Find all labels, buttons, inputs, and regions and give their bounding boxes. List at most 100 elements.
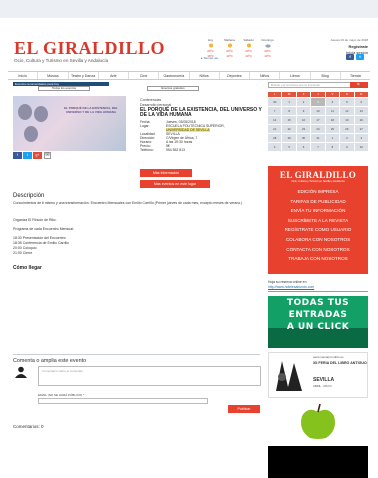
- calendar-day[interactable]: 7: [311, 143, 325, 151]
- calendar-day[interactable]: 1: [282, 98, 296, 106]
- nav-item[interactable]: Arte: [99, 72, 129, 79]
- calendar-day[interactable]: 22: [282, 125, 296, 133]
- weather-link[interactable]: ▸ Tiempo.net: [201, 56, 218, 60]
- calendar-day[interactable]: 3: [311, 98, 325, 106]
- nav-item[interactable]: Niños: [250, 72, 281, 79]
- calendar-day[interactable]: 10: [311, 107, 325, 115]
- calendar-day[interactable]: 28: [268, 134, 282, 142]
- publish-button[interactable]: Publicar: [228, 405, 260, 413]
- calendar-day[interactable]: 26: [340, 125, 354, 133]
- calendar-day[interactable]: 9: [296, 107, 311, 115]
- calendar-day[interactable]: 2: [296, 98, 311, 106]
- sun-icon: [227, 43, 232, 48]
- ad-line: A UN CLICK: [286, 322, 350, 332]
- comments-heading: Comenta o amplia este evento: [13, 358, 87, 364]
- nav-item[interactable]: Cine: [129, 72, 160, 79]
- calendar-day[interactable]: 11: [325, 107, 340, 115]
- calendar-day[interactable]: 4: [268, 143, 282, 151]
- nav-item[interactable]: Música: [38, 72, 69, 79]
- calendar-day[interactable]: 14: [268, 116, 282, 124]
- calendar-day[interactable]: 9: [340, 143, 354, 151]
- calendar-day[interactable]: 10: [354, 143, 368, 151]
- twitter-share-icon[interactable]: t: [23, 152, 32, 159]
- calendar-day[interactable]: 25: [325, 125, 340, 133]
- search-icon[interactable]: 🔍: [350, 82, 368, 88]
- directions-link[interactable]: Cómo llegar: [13, 265, 42, 271]
- detail-row: Teléfono: 954 552 813: [140, 148, 225, 152]
- calendar-day[interactable]: 5: [282, 143, 296, 151]
- face-shape: [24, 126, 38, 142]
- calendar-day[interactable]: 6: [296, 143, 311, 151]
- facebook-share-icon[interactable]: f: [13, 152, 22, 159]
- promo-link[interactable]: SUSCRÍBETE A LA REVISTA: [268, 216, 368, 226]
- email-field[interactable]: [38, 398, 208, 404]
- calendar-day[interactable]: 8: [325, 143, 340, 151]
- nav-item[interactable]: Inicio: [8, 72, 39, 79]
- googleplus-share-icon[interactable]: g+: [33, 152, 42, 159]
- nav-item[interactable]: Deportes: [220, 72, 250, 79]
- promo-link[interactable]: COLABORA CON NOSOTROS: [268, 235, 368, 245]
- promo-link[interactable]: REGÍSTRATE COMO USUARIO: [268, 225, 368, 235]
- description-organizer: Organiza El Rincón de Rikc.: [13, 218, 57, 222]
- event-title: EL PORQUÉ DE LA EXISTENCIA, DEL UNIVERSO…: [140, 107, 262, 119]
- calendar-day[interactable]: 7: [268, 107, 282, 115]
- calendar-day[interactable]: 8: [282, 107, 296, 115]
- calendar-day[interactable]: 18: [325, 116, 340, 124]
- calendar-day[interactable]: 4: [325, 98, 340, 106]
- calendar-day[interactable]: 19: [340, 116, 354, 124]
- nav-item[interactable]: Gastronomía: [159, 72, 190, 79]
- comment-textarea[interactable]: Comentario sobre el contenido: [38, 366, 261, 386]
- calendar-day[interactable]: 15: [282, 116, 296, 124]
- calendar-day[interactable]: 6: [354, 98, 368, 106]
- more-events-venue-button[interactable]: Mas eventos en este lugar: [140, 180, 210, 188]
- twitter-icon[interactable]: t: [356, 54, 364, 60]
- calendar-day[interactable]: 5: [340, 98, 354, 106]
- calendar-day[interactable]: 23: [296, 125, 311, 133]
- promo-link[interactable]: EDICIÓN IMPRESA: [268, 187, 368, 197]
- calendar-day[interactable]: 20: [354, 116, 368, 124]
- calendar-day[interactable]: 2: [340, 134, 354, 142]
- calendar-day[interactable]: 1: [325, 134, 340, 142]
- calendar-day[interactable]: 31: [311, 134, 325, 142]
- calendar-day[interactable]: 30: [268, 98, 282, 106]
- event-category: Conferencias: [140, 98, 162, 102]
- dark-ad-banner[interactable]: [268, 446, 368, 478]
- calendar-day[interactable]: 24: [311, 125, 325, 133]
- calendar-day[interactable]: 3: [354, 134, 368, 142]
- book-fair-ad[interactable]: www.macarprorublo.es XII FERIA DEL LIBRO…: [268, 352, 368, 398]
- tickets-ad-banner[interactable]: TODAS TUS ENTRADAS A UN CLICK: [268, 296, 368, 348]
- calendar-day[interactable]: 30: [296, 134, 311, 142]
- nav-item[interactable]: Tienda: [341, 72, 370, 79]
- facebook-icon[interactable]: f: [346, 54, 354, 60]
- save-icon[interactable]: ✉: [44, 152, 51, 159]
- promo-link[interactable]: CONTACTA CON NOSOTROS: [268, 245, 368, 255]
- promo-link[interactable]: TARIFAS DE PUBLICIDAD: [268, 197, 368, 207]
- register-link[interactable]: Regístrate: [330, 44, 368, 49]
- more-info-button[interactable]: Más información: [140, 169, 192, 177]
- tab-free-events[interactable]: Eventos gratuitos: [147, 86, 199, 91]
- search-input[interactable]: Buscar por términos que te interesen 🔍: [268, 82, 368, 88]
- promo-link[interactable]: TRABAJA CON NOSOTROS: [268, 254, 368, 264]
- booking-link[interactable]: http://www.hotelesabundo.com: [268, 285, 314, 289]
- calendar-day[interactable]: 27: [354, 125, 368, 133]
- ad-line: TODAS TUS: [286, 298, 350, 308]
- tab-all-events[interactable]: Todos los eventos: [38, 86, 90, 91]
- nav-item[interactable]: Teatro y Danza: [69, 72, 99, 79]
- nav-item[interactable]: Niños: [190, 72, 220, 79]
- nav-item[interactable]: Blog: [311, 72, 341, 79]
- event-image-caption: EL PORQUÉ DE LA EXISTENCIA, DEL UNIVERSO…: [64, 106, 118, 114]
- calendar-day[interactable]: 12: [340, 107, 354, 115]
- book-fair-city: SEVILLA: [313, 377, 335, 383]
- calendar-weekday: X: [296, 92, 311, 97]
- calendar-day[interactable]: 16: [296, 116, 311, 124]
- calendar-day[interactable]: 29: [282, 134, 296, 142]
- face-shape: [34, 106, 48, 122]
- promo-link[interactable]: ENVÍA TU INFORMACIÓN: [268, 206, 368, 216]
- calendar-day[interactable]: 21: [268, 125, 282, 133]
- header-social: f t: [346, 54, 364, 60]
- calendar-day[interactable]: 13: [354, 107, 368, 115]
- nav-item[interactable]: Libros: [280, 72, 311, 79]
- calendar-day[interactable]: 17: [311, 116, 325, 124]
- site-logo[interactable]: EL GIRALDILLO: [14, 39, 165, 57]
- apple-ad[interactable]: [268, 402, 368, 442]
